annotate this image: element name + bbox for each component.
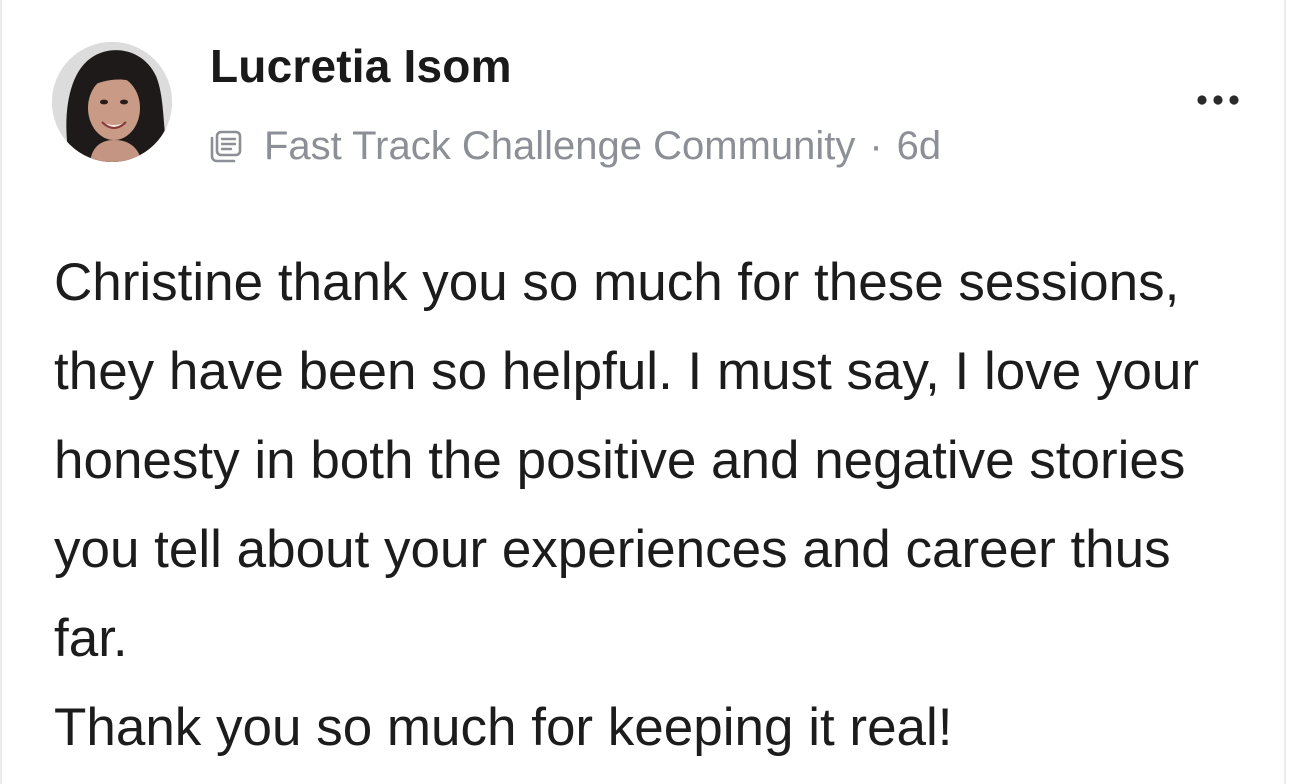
author-avatar[interactable] bbox=[52, 42, 172, 162]
avatar-photo bbox=[52, 42, 172, 162]
post-timestamp[interactable]: 6d bbox=[897, 120, 942, 172]
document-lines-icon bbox=[208, 128, 244, 164]
post-body: Christine thank you so much for these se… bbox=[54, 238, 1234, 772]
post-meta: Fast Track Challenge Community · 6d bbox=[208, 120, 941, 172]
post-paragraph: Thank you so much for keeping it real! bbox=[54, 698, 953, 757]
community-link[interactable]: Fast Track Challenge Community bbox=[264, 120, 855, 172]
post-paragraph: Christine thank you so much for these se… bbox=[54, 253, 1200, 668]
meta-separator: · bbox=[869, 124, 883, 168]
more-options-button[interactable] bbox=[1184, 80, 1252, 120]
author-name[interactable]: Lucretia Isom bbox=[210, 38, 512, 94]
more-horizontal-icon bbox=[1197, 95, 1239, 105]
post-card: Lucretia Isom Fast Track Challenge Commu… bbox=[0, 0, 1286, 784]
